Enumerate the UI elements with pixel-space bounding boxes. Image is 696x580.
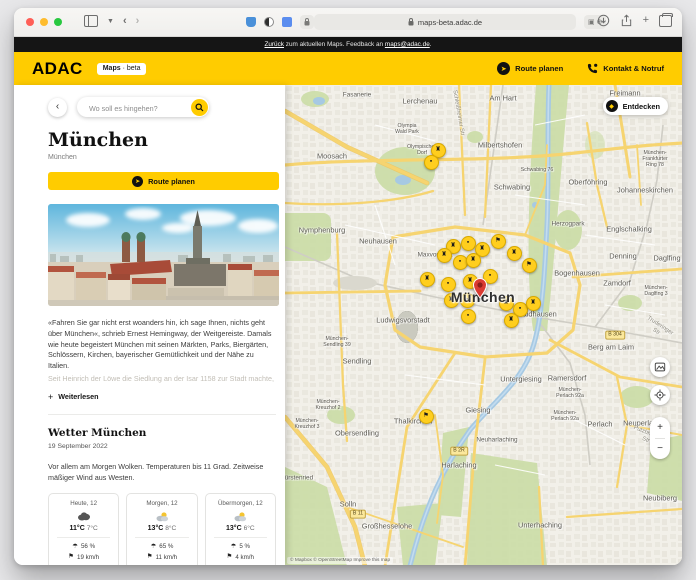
chevron-down-icon[interactable]: ▼ bbox=[107, 18, 114, 25]
new-tab-button[interactable]: + bbox=[643, 14, 649, 27]
poi-pin[interactable]: ⚑ bbox=[419, 409, 434, 424]
poi-pin[interactable]: ♜ bbox=[444, 293, 459, 308]
poi-pin[interactable]: ▪ bbox=[461, 236, 476, 251]
poi-pin[interactable]: ♜ bbox=[504, 313, 519, 328]
phone-icon bbox=[587, 63, 598, 74]
close-window-button[interactable] bbox=[26, 18, 34, 26]
poi-pin[interactable]: ♜ bbox=[466, 253, 481, 268]
weather-cards: Heute, 12 11°C 7°C ☂56 % ⚑19 km/h Morgen… bbox=[48, 493, 276, 565]
read-more-link[interactable]: + Weiterlesen bbox=[48, 392, 279, 402]
sun-cloud-icon bbox=[127, 510, 196, 523]
weather-card-today: Heute, 12 11°C 7°C ☂56 % ⚑19 km/h bbox=[48, 493, 119, 565]
search-button[interactable] bbox=[191, 99, 208, 116]
url-text: maps-beta.adac.de bbox=[418, 18, 482, 27]
umbrella-icon: ☂ bbox=[231, 542, 237, 553]
kontakt-notruf-button[interactable]: Kontakt & Notruf bbox=[587, 63, 664, 74]
search-input[interactable] bbox=[87, 97, 181, 119]
map-style-button[interactable] bbox=[650, 357, 670, 377]
poi-pin[interactable]: ⚑ bbox=[522, 258, 537, 273]
poi-pin[interactable]: ▪ bbox=[441, 277, 456, 292]
weather-title: Wetter München bbox=[48, 427, 279, 439]
poi-pin[interactable]: ⚑ bbox=[491, 234, 506, 249]
sidebar-toggle-icon[interactable] bbox=[84, 15, 98, 27]
compass-icon: ◆ bbox=[606, 100, 618, 112]
adac-logo[interactable]: ADAC bbox=[32, 59, 83, 79]
minimize-window-button[interactable] bbox=[40, 18, 48, 26]
page-subtitle: München bbox=[48, 154, 279, 161]
poi-pin[interactable]: ♜ bbox=[526, 296, 541, 311]
poi-pin[interactable]: ♜ bbox=[499, 296, 514, 311]
wind-icon: ⚑ bbox=[227, 552, 233, 563]
maps-beta-badge: Maps · beta bbox=[97, 63, 147, 75]
feedback-mail-link[interactable]: maps@adac.de bbox=[385, 41, 430, 48]
forward-nav-button[interactable]: › bbox=[136, 14, 140, 28]
poi-pin[interactable]: ▪ bbox=[461, 309, 476, 324]
center-pin[interactable] bbox=[472, 278, 488, 299]
weather-card-day-after: Übermorgen, 12 13°C 6°C ☂5 % ⚑4 km/h bbox=[205, 493, 276, 565]
adac-header: ADAC Maps · beta ➤ Route planen Kontakt … bbox=[14, 52, 682, 85]
poi-pin[interactable]: ▪ bbox=[424, 155, 439, 170]
tab-overview-icon[interactable] bbox=[659, 15, 672, 27]
lock-icon bbox=[408, 18, 414, 26]
page-title: München bbox=[48, 129, 279, 151]
wind-icon: ⚑ bbox=[147, 552, 153, 563]
section-divider bbox=[48, 414, 276, 415]
wind-icon: ⚑ bbox=[68, 552, 74, 563]
place-description-faded: Seit Heinrich der Löwe die Siedlung an d… bbox=[48, 374, 276, 384]
poi-pin[interactable]: ♜ bbox=[437, 248, 452, 263]
zoom-window-button[interactable] bbox=[54, 18, 62, 26]
address-bar[interactable]: maps-beta.adac.de bbox=[314, 14, 576, 30]
locate-me-button[interactable] bbox=[650, 385, 670, 405]
extension-pill[interactable] bbox=[300, 15, 314, 29]
entdecken-button[interactable]: ◆ Entdecken bbox=[603, 97, 668, 115]
place-description: «Fahren Sie gar nicht erst woanders hin,… bbox=[48, 318, 276, 372]
search-icon bbox=[195, 103, 204, 112]
sun-cloud-icon bbox=[206, 510, 275, 523]
browser-chrome: ▼ ‹ › maps-beta.adac.de ▣ ⊕ + bbox=[14, 8, 682, 37]
poi-pin[interactable]: ♜ bbox=[507, 246, 522, 261]
poi-pin[interactable]: ♜ bbox=[420, 272, 435, 287]
zoom-in-button[interactable]: + bbox=[650, 417, 670, 438]
map-canvas[interactable]: FasanerieLerchenauAm HartFreimannMoosach… bbox=[285, 85, 682, 565]
weather-summary: Vor allem am Morgen Wolken. Temperaturen… bbox=[48, 462, 276, 484]
browser-window: ▼ ‹ › maps-beta.adac.de ▣ ⊕ + Zurück zum… bbox=[14, 8, 682, 565]
back-to-maps-link[interactable]: Zurück bbox=[264, 41, 284, 48]
traffic-lights bbox=[26, 18, 62, 26]
plus-icon: + bbox=[48, 392, 53, 402]
city-photo bbox=[48, 204, 279, 306]
map-attribution[interactable]: © Mapbox © OpenStreetMap Improve this ma… bbox=[287, 557, 393, 564]
download-icon[interactable] bbox=[597, 14, 610, 27]
share-icon[interactable] bbox=[620, 14, 633, 27]
extension-contrast-icon[interactable] bbox=[264, 17, 274, 27]
zoom-out-button[interactable]: − bbox=[650, 439, 670, 460]
route-planen-button[interactable]: ➤ Route planen bbox=[48, 172, 279, 190]
umbrella-icon: ☂ bbox=[72, 542, 78, 553]
weather-date: 19 September 2022 bbox=[48, 443, 279, 450]
place-sidebar: ‹ München München ➤ Route planen bbox=[14, 85, 285, 565]
back-button[interactable]: ‹ bbox=[48, 98, 67, 117]
extension-blue-icon[interactable] bbox=[282, 17, 292, 27]
zoom-control: + − bbox=[650, 417, 670, 459]
umbrella-icon: ☂ bbox=[151, 542, 157, 553]
route-icon: ➤ bbox=[132, 176, 143, 187]
extension-shield-icon[interactable] bbox=[246, 17, 256, 27]
weather-card-tomorrow: Morgen, 12 13°C 8°C ☂65 % ⚑11 km/h bbox=[126, 493, 197, 565]
beta-banner: Zurück zum aktuellen Maps. Feedback an m… bbox=[14, 37, 682, 52]
back-nav-button[interactable]: ‹ bbox=[123, 14, 127, 28]
route-icon: ➤ bbox=[497, 62, 510, 75]
search-bar bbox=[77, 97, 209, 117]
mountain-icon bbox=[654, 361, 666, 373]
target-icon bbox=[654, 389, 666, 401]
cloud-icon bbox=[49, 510, 118, 523]
route-planen-header-button[interactable]: ➤ Route planen bbox=[497, 62, 563, 75]
